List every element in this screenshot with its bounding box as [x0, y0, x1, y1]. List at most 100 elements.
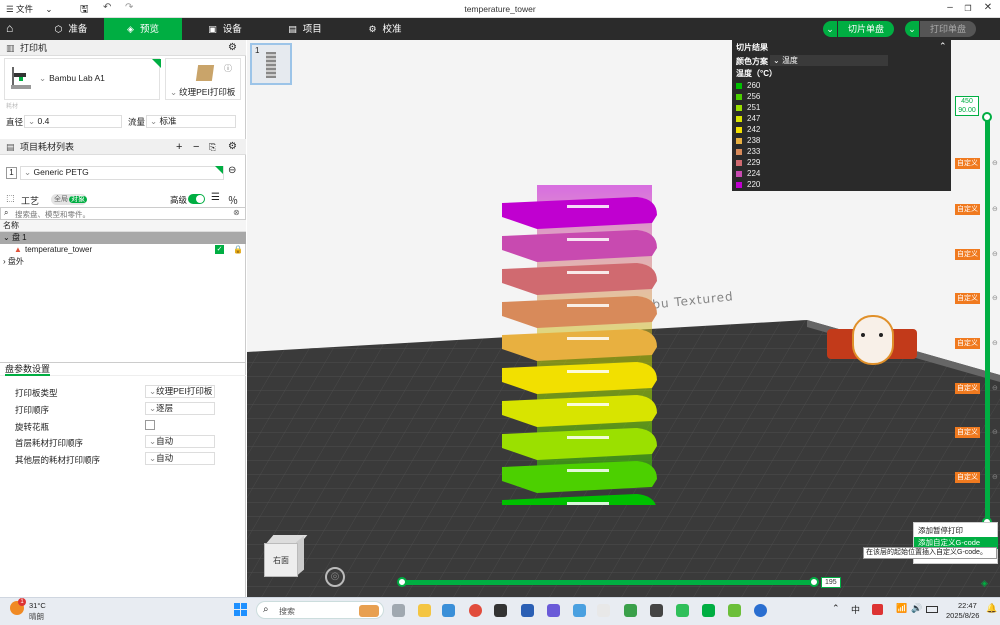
copilot-icon[interactable] — [547, 604, 560, 617]
layer-slider-track[interactable] — [985, 117, 990, 522]
bambu-studio-icon[interactable] — [702, 604, 715, 617]
legend-value: 233 — [747, 147, 761, 156]
tab-device[interactable]: ▣ 设备 — [190, 18, 260, 40]
scope-toggle[interactable]: 全局 对象 — [51, 194, 87, 205]
notion-icon[interactable] — [494, 604, 507, 617]
custom-gcode-marker[interactable]: 自定义 — [955, 293, 980, 304]
filament-slot[interactable]: 1 — [6, 167, 17, 179]
chrome-icon[interactable] — [469, 604, 482, 617]
custom-gcode-marker[interactable]: 自定义 — [955, 338, 980, 349]
tab-calibration[interactable]: ⚙ 校准 — [350, 18, 420, 40]
slicer-icon[interactable] — [728, 604, 741, 617]
list-icon[interactable]: ☰ — [211, 192, 220, 203]
battery-icon[interactable] — [926, 606, 938, 613]
tab-preview[interactable]: ◈ 预览 — [104, 18, 182, 40]
color-scheme-select[interactable]: ⌄ 温度 — [770, 55, 888, 66]
other-layer-order-select[interactable]: ⌄自动 — [145, 452, 215, 465]
ime-indicator[interactable]: 中 — [851, 603, 860, 616]
move-slider-start-handle[interactable] — [397, 577, 407, 587]
home-icon[interactable]: ⌂ — [6, 21, 13, 35]
remove-marker-icon[interactable]: ⊖ — [992, 339, 998, 347]
sync-icon[interactable]: ⎘ — [209, 139, 216, 155]
file-explorer-icon[interactable] — [392, 604, 405, 617]
remove-marker-icon[interactable]: ⊖ — [992, 250, 998, 258]
store-icon[interactable] — [624, 604, 637, 617]
view-cube[interactable]: 右面 — [262, 535, 308, 577]
object-search-bar[interactable]: ⌕ 搜索盘、模型和零件。 ⊗ — [0, 207, 246, 220]
custom-gcode-marker[interactable]: 自定义 — [955, 158, 980, 169]
document-icon[interactable] — [597, 604, 610, 617]
legend-value: 247 — [747, 114, 761, 123]
remove-marker-icon[interactable]: ⊖ — [992, 294, 998, 302]
minimize-icon[interactable]: – — [942, 2, 958, 13]
custom-gcode-marker[interactable]: 自定义 — [955, 472, 980, 483]
plate-type-select[interactable]: ⌄纹理PEI打印板 — [145, 385, 215, 398]
flow-select[interactable]: ⌄ 标准 — [146, 115, 236, 128]
clock-time[interactable]: 22:47 — [958, 601, 977, 610]
layer-slider-top-handle[interactable] — [982, 112, 992, 122]
wifi-icon[interactable]: 📶 — [896, 603, 907, 614]
plate-card[interactable]: ⓘ ⌄ 纹理PEI打印板 — [165, 58, 241, 100]
settings-gear-icon[interactable]: ⚙ — [228, 40, 237, 56]
slice-plate-button[interactable]: 切片单盘 — [838, 21, 894, 37]
remove-filament-icon[interactable]: ⊖ — [228, 165, 236, 176]
remove-marker-icon[interactable]: ⊖ — [992, 473, 998, 481]
volume-icon[interactable]: 🔊 — [911, 603, 922, 614]
orbit-icon[interactable]: ◎ — [325, 567, 345, 587]
tree-outside-row[interactable]: › 盘外 — [3, 256, 24, 268]
clock-date[interactable]: 2025/8/26 — [946, 611, 979, 620]
plate-thumbnail[interactable]: 1 — [250, 43, 292, 85]
print-dropdown-button[interactable]: ⌄ — [905, 21, 919, 37]
custom-gcode-marker[interactable]: 自定义 — [955, 204, 980, 215]
advanced-toggle[interactable] — [188, 194, 205, 204]
filament-gear-icon[interactable]: ⚙ — [228, 139, 237, 155]
print-plate-button[interactable]: 打印单盘 — [920, 21, 976, 37]
info-icon[interactable]: ⓘ — [224, 63, 232, 74]
layer-settings-icon[interactable]: ◈ — [981, 578, 988, 589]
printer-card[interactable]: ⌄ Bambu Lab A1 — [4, 58, 161, 100]
add-icon[interactable]: + — [176, 139, 182, 155]
wechat-icon[interactable] — [676, 604, 689, 617]
calculator-icon[interactable] — [442, 604, 455, 617]
lock-icon[interactable]: 🔒 — [233, 244, 243, 256]
spiral-vase-checkbox[interactable] — [145, 420, 155, 430]
slice-dropdown-button[interactable]: ⌄ — [823, 21, 837, 37]
unity-icon[interactable] — [650, 604, 663, 617]
remove-marker-icon[interactable]: ⊖ — [992, 205, 998, 213]
taskbar-search[interactable]: ⌕ 搜索 — [256, 601, 384, 619]
tray-chevron-icon[interactable]: ⌃ — [832, 603, 840, 614]
close-icon[interactable]: ✕ — [980, 2, 996, 13]
remove-marker-icon[interactable]: ⊖ — [992, 428, 998, 436]
move-slider-track[interactable] — [399, 580, 817, 585]
custom-gcode-marker[interactable]: 自定义 — [955, 383, 980, 394]
notification-icon[interactable]: 🔔 — [986, 603, 997, 614]
nozzle-select[interactable]: ⌄ 0.4 — [24, 115, 122, 128]
first-layer-order-select[interactable]: ⌄自动 — [145, 435, 215, 448]
tree-object-row[interactable]: ▲ temperature_tower ✓ 🔒 — [0, 244, 246, 256]
remove-icon[interactable]: − — [193, 139, 199, 155]
clear-search-icon[interactable]: ⊗ — [233, 208, 240, 217]
add-pause-menu-item[interactable]: 添加暂停打印 — [914, 525, 998, 537]
tree-plate-row[interactable]: ⌄ 盘 1 — [0, 232, 246, 244]
flow-label: 流量 — [128, 117, 146, 127]
tab-project[interactable]: ▤ 项目 — [270, 18, 340, 40]
collapse-icon[interactable]: ⌃ — [939, 41, 947, 52]
object-checkbox[interactable]: ✓ — [215, 245, 224, 254]
folder-icon[interactable] — [418, 604, 431, 617]
custom-gcode-marker[interactable]: 自定义 — [955, 427, 980, 438]
ime-app-icon[interactable] — [872, 604, 883, 615]
filament-select[interactable]: ⌄ Generic PETG — [20, 166, 224, 180]
word-icon[interactable] — [521, 604, 534, 617]
custom-gcode-marker[interactable]: 自定义 — [955, 249, 980, 260]
restore-icon[interactable]: ❐ — [960, 4, 976, 13]
tower-slot — [567, 370, 609, 373]
steam-icon[interactable] — [754, 604, 767, 617]
remove-marker-icon[interactable]: ⊖ — [992, 384, 998, 392]
start-icon[interactable] — [234, 603, 247, 616]
photos-icon[interactable] — [573, 604, 586, 617]
move-slider-end-handle[interactable] — [809, 577, 819, 587]
print-sequence-select[interactable]: ⌄逐层 — [145, 402, 215, 415]
remove-marker-icon[interactable]: ⊖ — [992, 159, 998, 167]
tab-prepare[interactable]: ⬡ 准备 — [36, 18, 106, 40]
percent-icon[interactable]: ％ — [228, 192, 238, 207]
